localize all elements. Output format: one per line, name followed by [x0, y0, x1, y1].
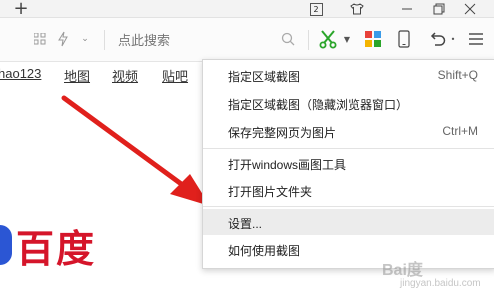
menu-item-settings[interactable]: 设置...: [203, 209, 494, 235]
tab-count-button[interactable]: 2: [308, 0, 324, 17]
undo-icon[interactable]: [428, 29, 448, 49]
tab-count-badge: 2: [309, 2, 323, 16]
title-bar: + 2: [0, 0, 494, 18]
nav-link-tieba[interactable]: 贴吧: [162, 66, 188, 85]
chevron-down-icon[interactable]: ⌄: [80, 32, 90, 46]
nav-link-video[interactable]: 视频: [112, 66, 138, 85]
hamburger-menu-icon[interactable]: [467, 29, 485, 49]
grid-icon[interactable]: [33, 32, 47, 46]
menu-item-save-full-page[interactable]: 保存完整网页为图片 Ctrl+M: [203, 118, 494, 144]
minimize-icon[interactable]: [396, 0, 418, 17]
menu-item-open-image-folder[interactable]: 打开图片文件夹: [203, 177, 494, 203]
scissors-icon[interactable]: [318, 28, 338, 50]
browser-toolbar: ⌄ ▼ •: [0, 18, 494, 62]
baidu-paw-icon: [0, 225, 12, 265]
baidu-logo-text: 百度: [16, 228, 97, 271]
menu-item-open-paint[interactable]: 打开windows画图工具: [203, 150, 494, 176]
menu-divider: [203, 206, 494, 207]
search-input[interactable]: [118, 29, 278, 51]
menu-item-region-screenshot-hide-browser[interactable]: 指定区域截图（隐藏浏览器窗口）: [203, 90, 494, 116]
skin-shirt-icon[interactable]: [348, 0, 366, 17]
phone-icon[interactable]: [397, 29, 411, 49]
toolbar-divider: [104, 30, 105, 50]
baidu-logo[interactable]: 百度: [0, 218, 96, 272]
toolbar-divider: [308, 30, 309, 50]
baidu-jingyan-watermark: Bai度 jingyan.baidu.com: [382, 256, 481, 289]
search-icon[interactable]: [280, 31, 296, 47]
lightning-icon[interactable]: [56, 30, 70, 48]
new-tab-button[interactable]: +: [12, 0, 30, 18]
restore-icon[interactable]: [428, 0, 450, 17]
nav-link-hao123[interactable]: hao123: [0, 66, 41, 81]
screenshot-dropdown-icon[interactable]: ▼: [342, 32, 352, 46]
menu-item-region-screenshot[interactable]: 指定区域截图 Shift+Q: [203, 62, 494, 88]
watermark-url: jingyan.baidu.com: [400, 278, 481, 289]
nav-link-map[interactable]: 地图: [64, 66, 90, 85]
menu-divider: [203, 148, 494, 149]
undo-dropdown-icon[interactable]: •: [449, 32, 457, 46]
watermark-logo-text: Bai度: [382, 262, 423, 279]
apps-icon[interactable]: [365, 31, 381, 47]
close-icon[interactable]: [459, 0, 481, 17]
screenshot-context-menu: 指定区域截图 Shift+Q 指定区域截图（隐藏浏览器窗口） 保存完整网页为图片…: [202, 59, 494, 269]
